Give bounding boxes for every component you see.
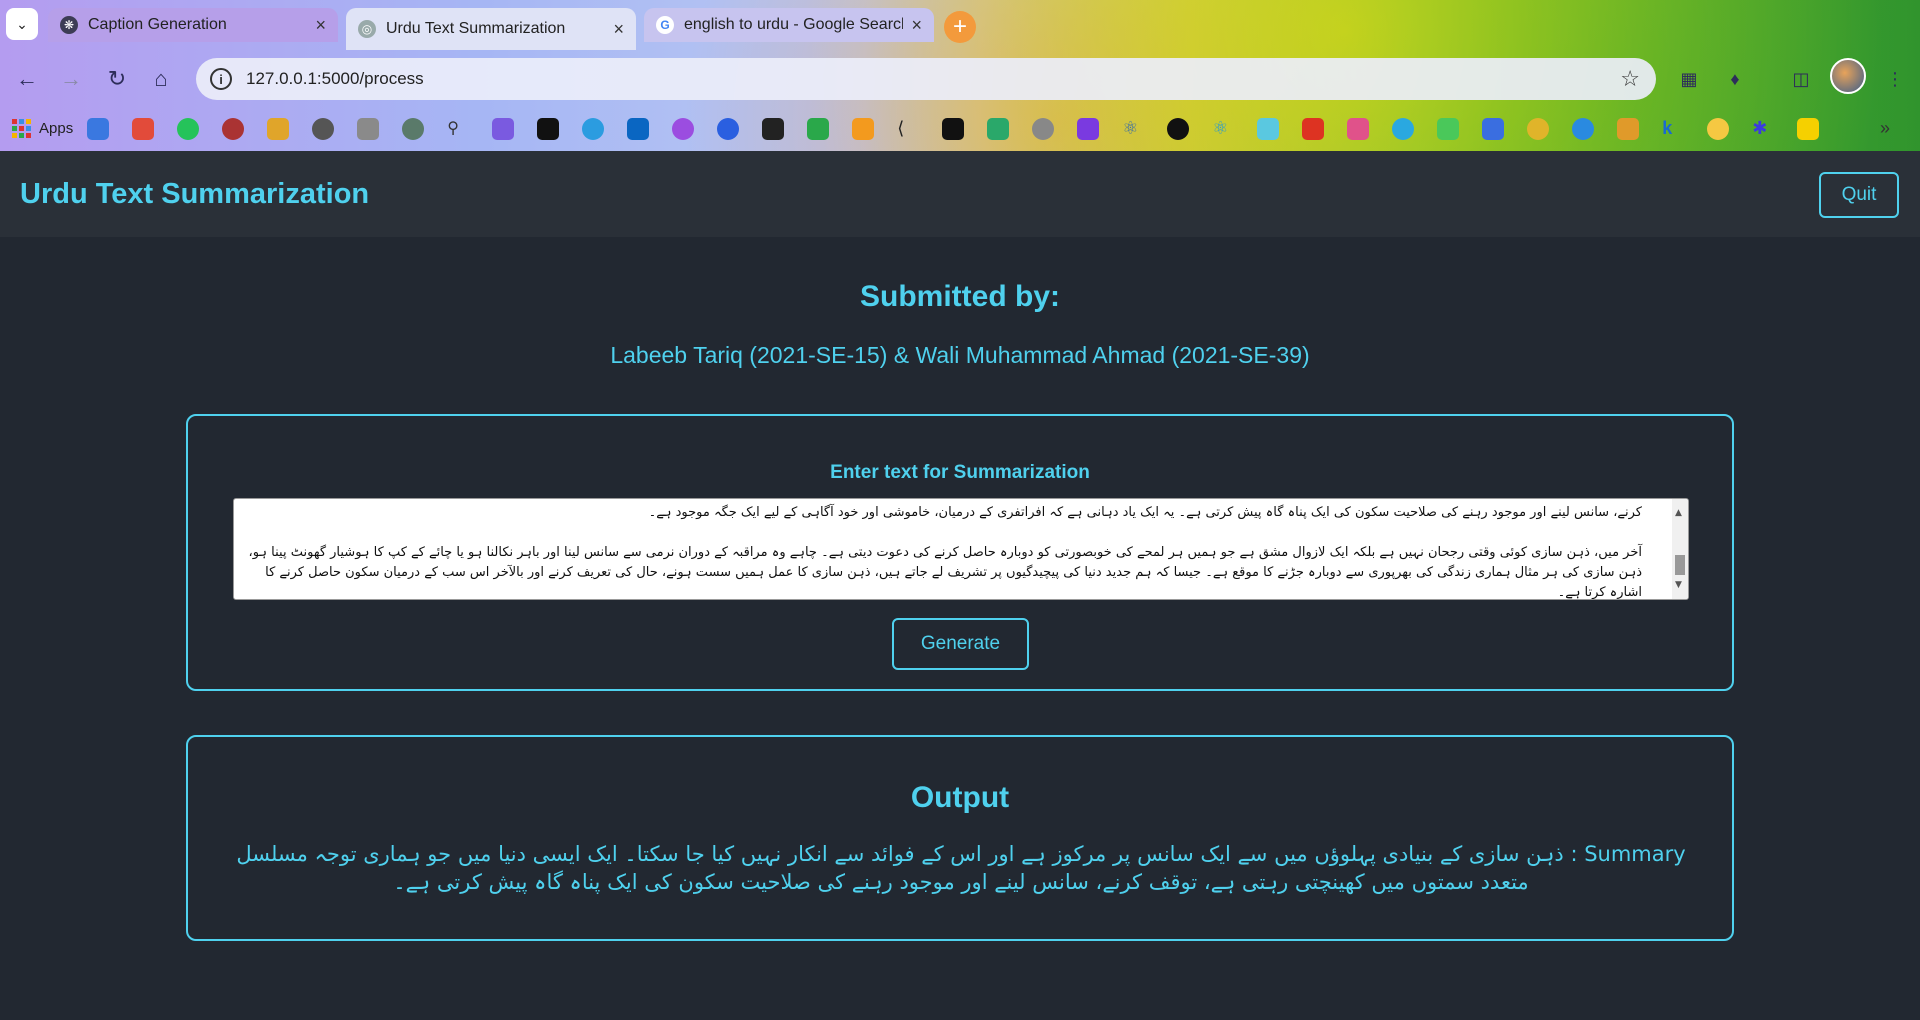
textarea-paragraph: آخر میں، ذہن سازی کوئی وقتی رجحان نہیں ہ… <box>248 545 1642 600</box>
canva-icon[interactable] <box>1392 117 1415 140</box>
google-icon: G <box>656 16 674 34</box>
scroll-thumb[interactable] <box>1675 555 1685 575</box>
star-icon[interactable]: ☆ <box>1620 66 1640 92</box>
plus-icon: + <box>952 13 967 40</box>
generate-button[interactable]: Generate <box>892 618 1029 670</box>
arrow-left-icon: ← <box>16 66 38 91</box>
c-app-icon[interactable] <box>717 117 740 140</box>
c-blue-icon[interactable] <box>1572 117 1595 140</box>
submitted-heading: Submitted by: <box>860 280 1060 313</box>
chevron-down-icon: ⌄ <box>16 15 28 32</box>
tab-bar: ⌄ ❋ Caption Generation × ◎ Urdu Text Sum… <box>0 0 1920 50</box>
tab-search-button[interactable]: ⌄ <box>6 8 38 40</box>
code-icon[interactable] <box>537 117 560 140</box>
react-icon[interactable]: ⚛ <box>1122 118 1144 140</box>
opera-icon[interactable] <box>222 117 245 140</box>
home-icon: ⌂ <box>154 66 168 91</box>
linkedin-icon[interactable] <box>627 117 650 140</box>
flutter-icon[interactable] <box>1257 117 1280 140</box>
scroll-down-icon[interactable]: ▼ <box>1675 575 1682 595</box>
bookmark-apps-label: Apps <box>39 120 74 137</box>
calendar-icon[interactable] <box>87 117 110 140</box>
flag-icon[interactable] <box>1482 117 1505 140</box>
tab-title: Urdu Text Summarization <box>386 20 566 37</box>
site-info-icon[interactable]: i <box>210 68 232 90</box>
apps-grid-icon <box>12 119 31 138</box>
keep-icon[interactable] <box>1797 117 1820 140</box>
openai-icon: ❋ <box>60 16 78 34</box>
github-icon[interactable] <box>1032 117 1055 140</box>
sparkle-icon[interactable] <box>492 117 515 140</box>
scroll-up-icon[interactable]: ▲ <box>1675 503 1682 523</box>
bookmark-apps[interactable]: Apps <box>12 119 73 138</box>
hashnode-icon[interactable] <box>942 117 965 140</box>
chevron-left-icon[interactable]: ⟨ <box>897 118 919 140</box>
translate-icon[interactable]: ▦ <box>1674 64 1704 94</box>
reload-icon: ↻ <box>107 66 127 91</box>
k-app-icon[interactable]: k <box>1662 118 1684 140</box>
side-panel-icon[interactable]: ◫ <box>1786 64 1816 94</box>
tab-title: english to urdu - Google Search <box>684 16 904 33</box>
close-icon[interactable]: × <box>315 15 326 36</box>
textarea-scrollbar[interactable]: ▲ ▼ <box>1672 499 1688 599</box>
figma-icon[interactable] <box>1347 117 1370 140</box>
summarization-textarea[interactable]: کرنے، سانس لینے اور موجود رہنے کی صلاحیت… <box>233 498 1689 600</box>
forward-button[interactable]: → <box>56 64 86 94</box>
spiral-icon[interactable] <box>582 117 605 140</box>
input-label: Enter text for Summarization <box>830 462 1090 483</box>
tab-title: Caption Generation <box>88 16 227 33</box>
url-bar[interactable]: i 127.0.0.1:5000/process ☆ <box>196 58 1656 100</box>
output-title: Output <box>910 781 1010 814</box>
address-bar: ← → ↻ ⌂ i 127.0.0.1:5000/process ☆ ▦ ♦ ◫… <box>0 50 1920 106</box>
url-text: 127.0.0.1:5000/process <box>246 69 424 88</box>
gmail-icon[interactable] <box>132 117 155 140</box>
settings-gear-icon[interactable] <box>312 117 335 140</box>
bee-icon[interactable] <box>1527 117 1550 140</box>
avatar[interactable] <box>1830 58 1866 94</box>
reload-button[interactable]: ↻ <box>102 64 132 94</box>
ai-app-icon[interactable] <box>762 117 785 140</box>
w-app-icon[interactable] <box>987 117 1010 140</box>
contacts-icon[interactable] <box>267 117 290 140</box>
page-title: Urdu Text Summarization <box>20 177 370 210</box>
react-native-icon[interactable]: ⚛ <box>1212 118 1234 140</box>
back-button[interactable]: ← <box>12 64 42 94</box>
nextjs-icon[interactable] <box>1167 117 1190 140</box>
new-tab-button[interactable]: + <box>944 11 976 43</box>
quit-button[interactable]: Quit <box>1819 172 1899 218</box>
puzzle-icon[interactable] <box>357 117 380 140</box>
infinity-icon[interactable] <box>1617 117 1640 140</box>
whatsapp-icon[interactable] <box>177 117 200 140</box>
vue-icon[interactable] <box>1437 117 1460 140</box>
textarea-line: کرنے، سانس لینے اور موجود رہنے کی صلاحیت… <box>648 505 1642 520</box>
app-header: Urdu Text Summarization Quit <box>0 151 1920 237</box>
submitted-names: Labeeb Tariq (2021-SE-15) & Wali Muhamma… <box>610 342 1310 368</box>
output-card: Output Summary : ذہن سازی کے بنیادی پہلو… <box>186 735 1734 941</box>
globe-icon: ◎ <box>358 20 376 38</box>
tool-icon[interactable] <box>852 117 875 140</box>
r-app-icon[interactable] <box>807 117 830 140</box>
office-icon[interactable] <box>1302 117 1325 140</box>
close-icon[interactable]: × <box>613 19 624 40</box>
home-button[interactable]: ⌂ <box>146 64 176 94</box>
browser-chrome: ⌄ ❋ Caption Generation × ◎ Urdu Text Sum… <box>0 0 1920 151</box>
more-menu-icon[interactable]: ⋮ <box>1880 64 1910 94</box>
tab-google-search[interactable]: G english to urdu - Google Search × <box>644 8 934 42</box>
input-card: Enter text for Summarization کرنے، سانس … <box>186 414 1734 691</box>
asterisk-icon[interactable]: ✱ <box>1752 118 1774 140</box>
bootstrap-icon[interactable] <box>1077 117 1100 140</box>
smiley-icon[interactable] <box>1707 117 1730 140</box>
extensions-icon[interactable]: ♦ <box>1720 64 1750 94</box>
info-app-icon[interactable] <box>672 117 695 140</box>
double-chevron-right-icon[interactable]: » <box>1880 118 1890 139</box>
bookmarks-bar: Apps ⚲ ⟨ ⚛ ⚛ k ✱ » <box>0 106 1920 151</box>
close-icon[interactable]: × <box>911 15 922 36</box>
arrow-right-icon: → <box>60 66 82 91</box>
search-icon[interactable]: ⚲ <box>447 118 469 140</box>
summary-text: Summary : ذہن سازی کے بنیادی پہلوؤں میں … <box>236 842 1686 894</box>
chatgpt-icon[interactable] <box>402 117 425 140</box>
tab-caption-generation[interactable]: ❋ Caption Generation × <box>48 8 338 42</box>
tab-urdu-text-summarization[interactable]: ◎ Urdu Text Summarization × <box>346 8 636 50</box>
